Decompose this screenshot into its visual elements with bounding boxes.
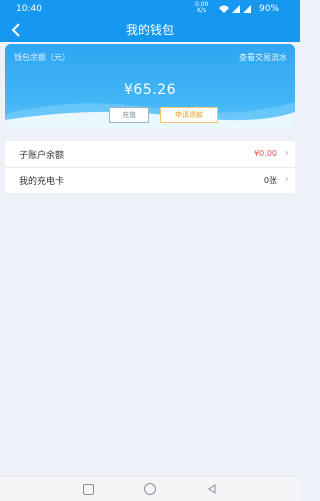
list-item-sub-account[interactable]: 子账户余额 ¥0.00 › — [5, 141, 295, 168]
chevron-right-icon: › — [284, 146, 289, 159]
list-item-charge-card[interactable]: 我的充电卡 0张 › — [5, 167, 295, 193]
chevron-right-icon: › — [284, 172, 289, 185]
signal-icon — [218, 4, 252, 16]
title-bar: 我的钱包 — [0, 18, 300, 42]
wifi-icon — [219, 5, 251, 13]
status-bar: 10:40 0.00 K/s 90% — [0, 0, 300, 18]
network-speed: 0.00 K/s — [195, 2, 208, 14]
recent-apps-icon[interactable] — [80, 481, 96, 497]
balance-label: 钱包余额（元） — [14, 53, 70, 62]
network-speed-unit: K/s — [197, 7, 207, 14]
battery-level: 90% — [259, 4, 280, 14]
charge-card-label: 我的充电卡 — [19, 177, 65, 187]
system-nav-bar — [0, 476, 300, 501]
sub-account-label: 子账户余额 — [19, 151, 65, 161]
sub-account-value: ¥0.00 — [254, 149, 277, 158]
balance-amount: ¥65.26 — [124, 82, 176, 98]
charge-card-value: 0张 — [263, 176, 277, 185]
status-time: 10:40 — [16, 4, 42, 14]
home-icon[interactable] — [142, 481, 158, 497]
recharge-button[interactable]: 充值 — [109, 107, 149, 123]
back-triangle-icon[interactable] — [204, 481, 220, 497]
transaction-history-link[interactable]: 查看交易流水 — [239, 52, 287, 63]
account-list: 子账户余额 ¥0.00 › 我的充电卡 0张 › — [5, 141, 295, 193]
refund-button[interactable]: 申请退款 — [160, 107, 218, 123]
wallet-card: 钱包余额（元） 查看交易流水 ¥65.26 充值 申请退款 — [5, 44, 295, 128]
page-title: 我的钱包 — [125, 23, 174, 37]
